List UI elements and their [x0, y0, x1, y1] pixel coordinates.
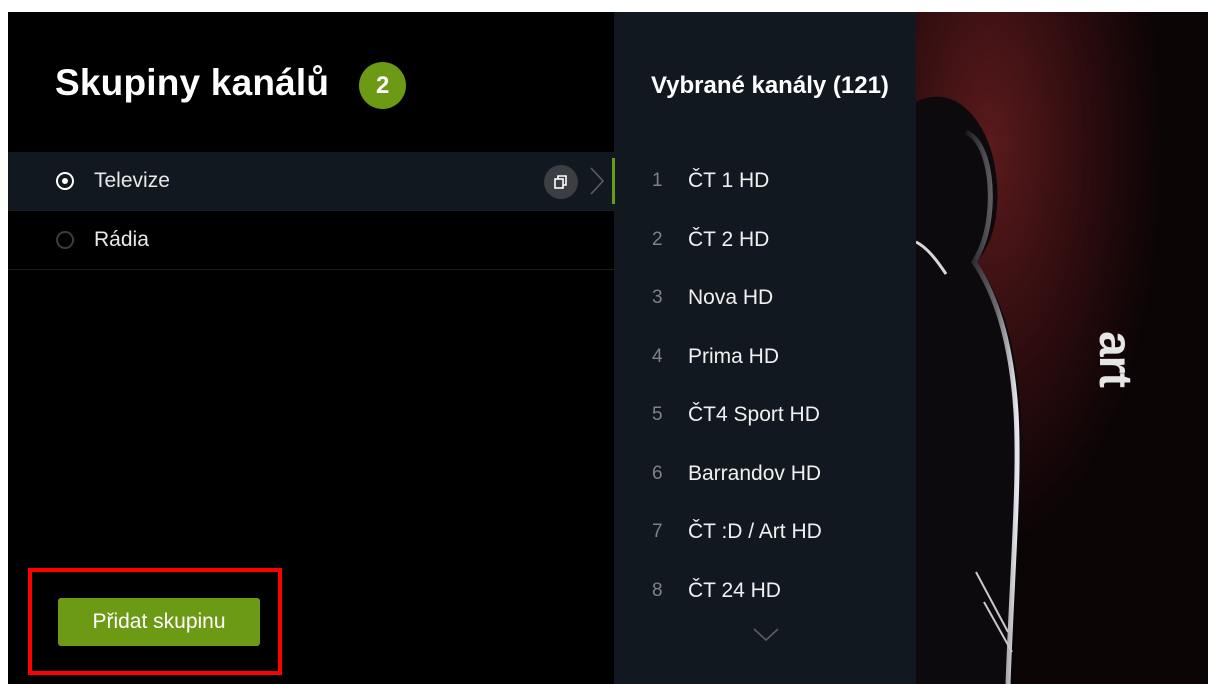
channel-number: 4 [652, 345, 663, 367]
channel-number: 5 [652, 404, 663, 426]
chevron-right-icon[interactable] [589, 166, 605, 196]
channel-item[interactable]: 4 Prima HD [614, 328, 916, 387]
channel-name: ČT :D / Art HD [688, 520, 822, 544]
tv-screen: Skupiny kanálů 2 Televize Rádia Přidat s… [8, 12, 1208, 684]
add-group-button[interactable]: Přidat skupinu [58, 598, 260, 646]
channel-number: 2 [652, 228, 663, 250]
group-list: Televize Rádia [8, 152, 614, 270]
channel-item[interactable]: 8 ČT 24 HD [614, 562, 916, 621]
channel-preview: art [916, 12, 1208, 684]
group-item-radia[interactable]: Rádia [8, 211, 614, 270]
channel-number: 3 [652, 287, 663, 309]
channel-name: ČT4 Sport HD [688, 403, 820, 427]
channel-item[interactable]: 5 ČT4 Sport HD [614, 386, 916, 445]
channel-number: 7 [652, 521, 663, 543]
title-row: Skupiny kanálů 2 [55, 56, 407, 109]
group-label: Rádia [94, 228, 149, 251]
channel-list-title: Vybrané kanály (121) [651, 72, 889, 99]
channel-name: ČT 24 HD [688, 578, 781, 602]
channel-number: 1 [652, 170, 663, 192]
group-label: Televize [94, 169, 170, 192]
channel-list: 1 ČT 1 HD 2 ČT 2 HD 3 Nova HD 4 Prima HD… [612, 152, 916, 621]
channel-item[interactable]: 7 ČT :D / Art HD [614, 503, 916, 562]
channel-name: ČT 2 HD [688, 227, 770, 251]
channel-logo: art [1089, 331, 1142, 387]
channel-name: Prima HD [688, 344, 780, 368]
channel-name: ČT 1 HD [688, 169, 770, 193]
selected-channels-panel: Vybrané kanály (121) 1 ČT 1 HD 2 ČT 2 HD… [612, 12, 916, 684]
page-title: Skupiny kanálů [55, 61, 330, 103]
channel-number: 8 [652, 579, 663, 601]
channel-item[interactable]: 3 Nova HD [614, 269, 916, 328]
group-count-badge: 2 [359, 62, 407, 109]
channel-item[interactable]: 6 Barrandov HD [614, 445, 916, 504]
radio-selected-icon[interactable] [56, 172, 74, 190]
channel-item[interactable]: 1 ČT 1 HD [612, 152, 916, 211]
channel-number: 6 [652, 462, 663, 484]
radio-unselected-icon[interactable] [56, 231, 74, 249]
channel-item[interactable]: 2 ČT 2 HD [614, 211, 916, 270]
chevron-down-icon[interactable] [753, 628, 779, 642]
channel-groups-panel: Skupiny kanálů 2 Televize Rádia Přidat s… [8, 12, 614, 684]
copy-icon[interactable] [544, 165, 578, 199]
channel-name: Nova HD [688, 286, 774, 310]
preview-image [916, 12, 1208, 684]
group-item-televize[interactable]: Televize [8, 152, 614, 211]
channel-name: Barrandov HD [688, 461, 822, 485]
